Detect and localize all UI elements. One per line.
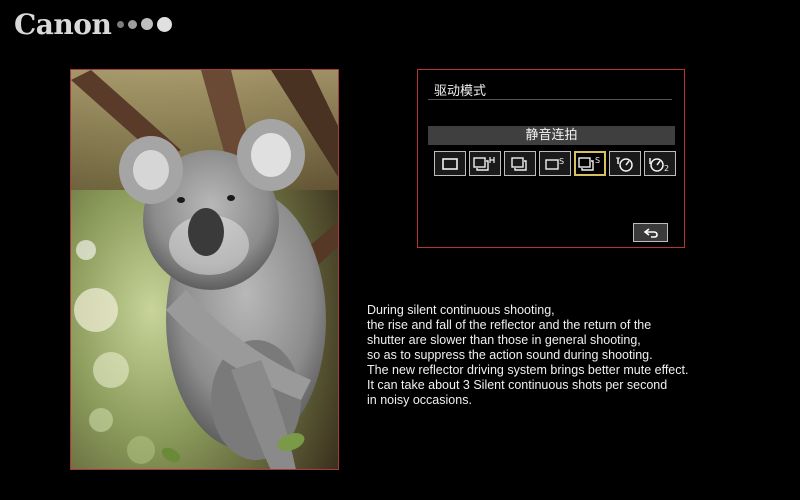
silent-continuous-icon[interactable]: S (574, 151, 606, 176)
description-line: During silent continuous shooting, (367, 303, 555, 317)
selected-mode-label: 静音连拍 (428, 126, 675, 145)
description-line: so as to suppress the action sound durin… (367, 348, 653, 362)
svg-text:S: S (559, 157, 564, 166)
brand-logo: Canon (14, 6, 173, 42)
return-button[interactable] (633, 223, 668, 242)
menu-divider (428, 99, 672, 100)
dot (117, 20, 125, 28)
drive-mode-options: S S 2 (434, 151, 676, 176)
self-timer-10s-icon[interactable] (609, 151, 641, 176)
koala-photo (70, 69, 339, 470)
description-line: shutter are slower than those in general… (367, 333, 641, 347)
high-speed-continuous-icon[interactable] (469, 151, 501, 176)
dot (128, 19, 138, 29)
self-timer-2s-icon[interactable]: 2 (644, 151, 676, 176)
silent-single-icon[interactable]: S (539, 151, 571, 176)
return-icon (643, 227, 658, 238)
low-speed-continuous-icon[interactable] (504, 151, 536, 176)
dot (141, 18, 154, 30)
dots-graphic-icon (117, 16, 173, 32)
feature-description: During silent continuous shooting, the r… (367, 303, 787, 408)
menu-title: 驱动模式 (434, 84, 487, 99)
brand-name: Canon (14, 7, 112, 41)
drive-mode-menu: 驱动模式 静音连拍 S S 2 (417, 69, 685, 248)
description-line: the rise and fall of the reflector and t… (367, 318, 652, 332)
dot (157, 16, 173, 32)
svg-text:S: S (595, 156, 600, 165)
description-line: in noisy occasions. (367, 393, 472, 407)
description-line: It can take about 3 Silent continuous sh… (367, 378, 668, 392)
description-line: The new reflector driving system brings … (367, 363, 689, 377)
svg-text:2: 2 (664, 164, 669, 173)
single-shot-icon[interactable] (434, 151, 466, 176)
